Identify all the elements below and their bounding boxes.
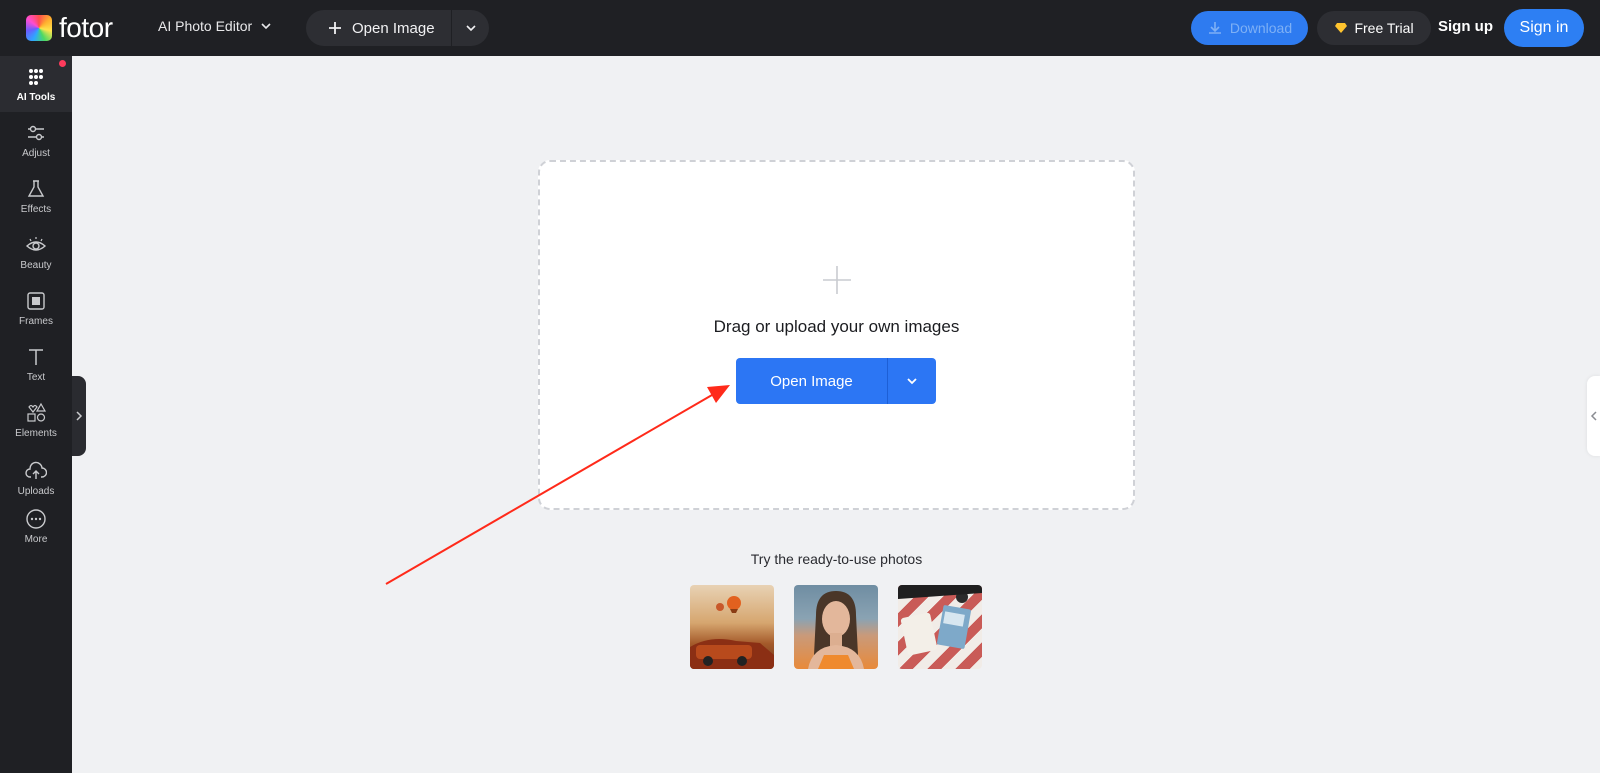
- chevron-down-icon: [907, 378, 917, 385]
- download-button[interactable]: Download: [1191, 11, 1308, 45]
- sidebar-item-label: Uploads: [17, 485, 55, 497]
- sample-photo-image: [898, 585, 982, 656]
- flask-icon: [27, 179, 45, 197]
- sidebar-item-label: AI Tools: [16, 91, 56, 103]
- sample-photo-picnic-table[interactable]: [898, 585, 982, 669]
- open-image-label: Open Image: [770, 372, 853, 390]
- download-icon: [1208, 22, 1221, 34]
- plus-icon: [823, 266, 851, 294]
- sidebar-item-beauty[interactable]: Beauty: [0, 224, 72, 280]
- sidebar-item-adjust[interactable]: Adjust: [0, 112, 72, 168]
- sidebar-item-label: Adjust: [22, 147, 50, 159]
- left-sidebar: AI Tools Adjust Effects Beauty Frames Te…: [0, 56, 72, 773]
- free-trial-button[interactable]: Free Trial: [1317, 11, 1431, 45]
- chevron-right-icon: [76, 411, 83, 421]
- diamond-icon: [1335, 23, 1348, 33]
- download-label: Download: [1229, 20, 1293, 36]
- top-open-image-label: Open Image: [352, 19, 435, 37]
- sample-photo-image: [808, 591, 864, 669]
- sidebar-item-frames[interactable]: Frames: [0, 280, 72, 336]
- sidebar-item-label: Frames: [19, 315, 53, 327]
- top-open-image-dropdown[interactable]: [452, 10, 489, 46]
- brand-name: fotor: [59, 12, 113, 43]
- sidebar-item-elements[interactable]: Elements: [0, 392, 72, 448]
- chevron-down-icon: [261, 23, 271, 30]
- app-selector-label: AI Photo Editor: [158, 18, 253, 34]
- upload-prompt: Drag or upload your own images: [713, 317, 960, 336]
- open-image-group: Open Image: [736, 358, 936, 404]
- free-trial-label: Free Trial: [1354, 20, 1414, 36]
- more-icon: [26, 508, 46, 529]
- top-open-image-group: Open Image: [306, 10, 489, 46]
- sliders-icon: [28, 125, 44, 140]
- open-image-button[interactable]: Open Image: [736, 358, 888, 404]
- chevron-left-icon: [1590, 411, 1597, 421]
- sample-photo-balloons-car[interactable]: [690, 585, 774, 669]
- sidebar-item-label: More: [24, 533, 48, 545]
- frame-icon: [27, 291, 45, 310]
- text-icon: [29, 348, 43, 365]
- sidebar-item-effects[interactable]: Effects: [0, 168, 72, 224]
- sidebar-item-more[interactable]: More: [0, 498, 72, 554]
- sidebar-item-label: Elements: [15, 427, 57, 439]
- sidebar-item-ai-tools[interactable]: AI Tools: [0, 56, 72, 112]
- sidebar-item-text[interactable]: Text: [0, 336, 72, 392]
- top-bar: fotor AI Photo Editor Open Image Downloa…: [0, 0, 1600, 56]
- notification-dot: [59, 60, 66, 67]
- sidebar-item-label: Beauty: [20, 259, 52, 271]
- app-selector[interactable]: AI Photo Editor: [158, 18, 272, 34]
- grid-dots-icon: [29, 68, 43, 85]
- fotor-logo[interactable]: fotor: [24, 13, 113, 43]
- cloud-upload-icon: [25, 461, 47, 479]
- top-open-image-button[interactable]: Open Image: [306, 10, 452, 46]
- sidebar-expand-toggle[interactable]: [72, 376, 86, 456]
- fotor-logo-icon: [24, 13, 54, 43]
- open-image-dropdown[interactable]: [888, 358, 936, 404]
- right-panel-toggle[interactable]: [1587, 376, 1600, 456]
- sign-in-button[interactable]: Sign in: [1504, 9, 1584, 47]
- sidebar-item-label: Text: [26, 371, 46, 383]
- chevron-down-icon: [465, 25, 476, 32]
- sample-photo-portrait-woman[interactable]: [794, 585, 878, 669]
- shapes-icon: [27, 402, 47, 422]
- sample-photos-title: Try the ready-to-use photos: [750, 551, 923, 567]
- sample-photo-image: [690, 596, 774, 669]
- upload-drop-zone[interactable]: Drag or upload your own images Open Imag…: [538, 160, 1135, 510]
- sign-up-link[interactable]: Sign up: [1438, 18, 1493, 35]
- sidebar-item-label: Effects: [20, 203, 52, 215]
- sign-in-label: Sign in: [1519, 19, 1569, 36]
- eye-icon: [25, 236, 47, 251]
- plus-icon: [329, 22, 341, 34]
